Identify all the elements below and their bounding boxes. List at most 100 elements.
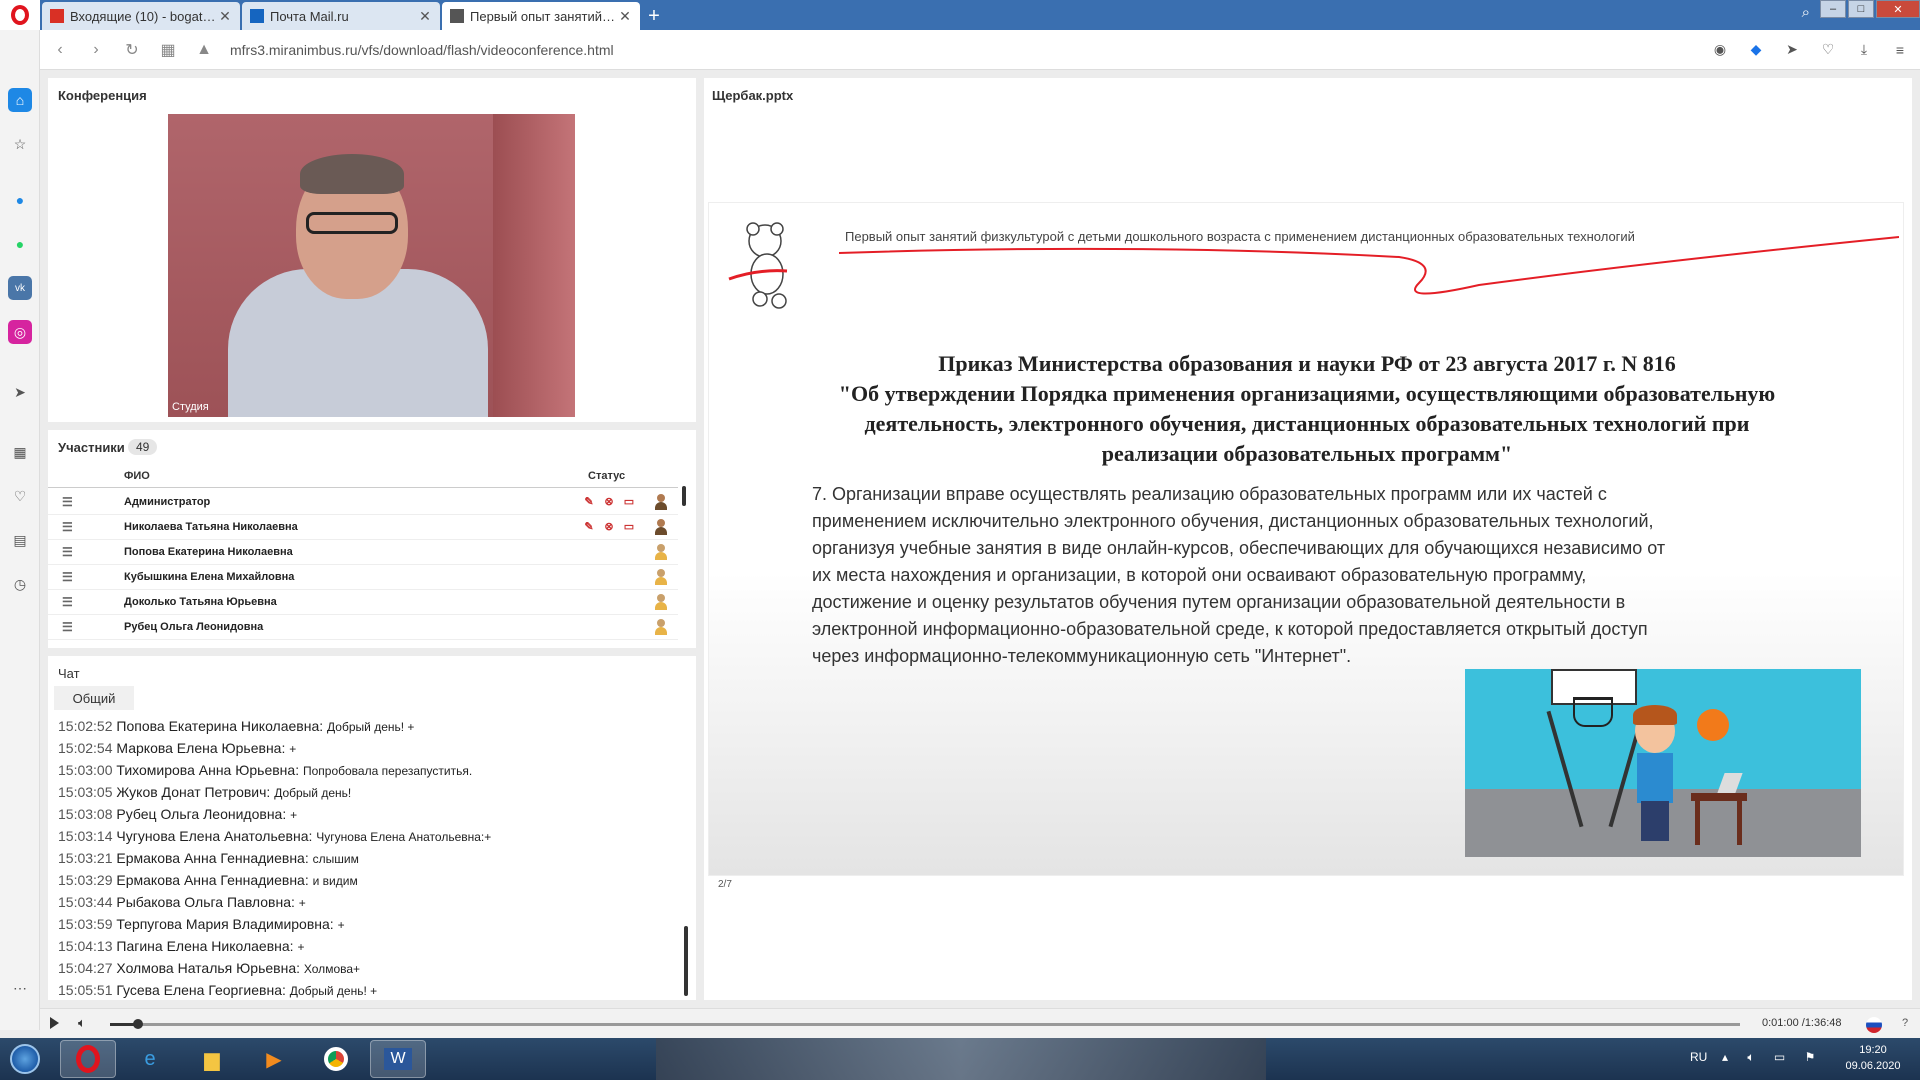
message-text: слышим bbox=[312, 852, 359, 866]
drag-handle-icon[interactable]: ☰ bbox=[62, 620, 73, 634]
opera-menu-icon[interactable] bbox=[0, 0, 40, 30]
language-indicator[interactable]: RU bbox=[1690, 1050, 1707, 1064]
screen-off-icon[interactable]: ▭ bbox=[622, 495, 636, 509]
tab-close-icon[interactable]: ✕ bbox=[618, 8, 632, 25]
slide-body-line: их места нахождения и организации, в кот… bbox=[812, 565, 1587, 585]
screen-off-icon[interactable]: ▭ bbox=[622, 520, 636, 534]
system-clock[interactable]: 19:20 09.06.2020 bbox=[1838, 1042, 1908, 1074]
chat-title: Чат bbox=[58, 666, 80, 681]
drag-handle-icon[interactable]: ☰ bbox=[62, 595, 73, 609]
player-bar: 🔈︎ 0:01:00 /1:36:48 ? bbox=[40, 1008, 1920, 1038]
message-time: 15:03:14 bbox=[58, 828, 113, 844]
send-icon[interactable]: ➤ bbox=[1782, 41, 1802, 58]
send-sidebar-icon[interactable]: ➤ bbox=[8, 380, 32, 404]
message-author: Чугунова Елена Анатольевна: bbox=[116, 828, 313, 844]
message-author: Рубец Ольга Леонидовна: bbox=[116, 806, 287, 822]
participants-scrollbar[interactable] bbox=[682, 486, 686, 506]
russian-flag-icon[interactable] bbox=[1866, 1017, 1882, 1033]
drag-handle-icon[interactable]: ☰ bbox=[62, 520, 73, 534]
taskbar-media-icon[interactable]: ▶ bbox=[246, 1040, 302, 1078]
messenger-icon[interactable]: ● bbox=[8, 188, 32, 212]
play-button[interactable] bbox=[50, 1017, 59, 1029]
vk-icon[interactable]: vk bbox=[8, 276, 32, 300]
reload-icon[interactable]: ↻ bbox=[122, 40, 142, 60]
taskbar-explorer-icon[interactable]: ▆ bbox=[184, 1040, 240, 1078]
participant-row[interactable]: ☰ Попова Екатерина Николаевна bbox=[48, 540, 678, 565]
slide-body-line: достижение и оценку результатов обучения… bbox=[812, 592, 1626, 612]
menu-icon[interactable]: ≡ bbox=[1890, 42, 1910, 58]
taskbar-ie-icon[interactable]: e bbox=[122, 1040, 178, 1078]
new-tab-button[interactable]: + bbox=[640, 2, 668, 30]
slide-title: Приказ Министерства образования и науки … bbox=[709, 349, 1905, 469]
seek-bar[interactable] bbox=[110, 1019, 1740, 1029]
drag-handle-icon[interactable]: ☰ bbox=[62, 545, 73, 559]
tab-search-icon[interactable]: ⌕ bbox=[1802, 4, 1810, 21]
whatsapp-icon[interactable]: ● bbox=[8, 232, 32, 256]
start-button[interactable] bbox=[2, 1039, 48, 1079]
seek-handle[interactable] bbox=[133, 1019, 143, 1029]
bear-logo-icon bbox=[728, 222, 788, 309]
browser-tab[interactable]: Первый опыт занятий фи ✕ bbox=[442, 2, 640, 30]
download-icon[interactable]: ⤓ bbox=[1854, 41, 1874, 58]
help-button[interactable]: ? bbox=[1902, 1017, 1908, 1029]
tab-title: Первый опыт занятий фи bbox=[470, 8, 618, 24]
illustration-kid-legs bbox=[1641, 801, 1669, 841]
camera-off-icon[interactable]: ⊗ bbox=[602, 520, 616, 534]
message-author: Попова Екатерина Николаевна: bbox=[116, 718, 324, 734]
tray-icons[interactable]: ▴ 🔈︎ ▭ ⚑ bbox=[1722, 1050, 1823, 1065]
message-time: 15:04:27 bbox=[58, 960, 113, 976]
grid-icon[interactable]: ▦ bbox=[8, 440, 32, 464]
taskbar-chrome-icon[interactable] bbox=[308, 1040, 364, 1078]
tabs-grid-icon[interactable]: ▦ bbox=[158, 40, 178, 60]
volume-icon[interactable]: 🔈︎ bbox=[78, 1015, 86, 1031]
back-icon[interactable]: ‹ bbox=[50, 41, 70, 59]
star-icon[interactable]: ☆ bbox=[8, 132, 32, 156]
url-field[interactable]: mfrs3.miranimbus.ru/vfs/download/flash/v… bbox=[230, 42, 1694, 58]
slide: Первый опыт занятий физкультурой с детьм… bbox=[708, 202, 1904, 876]
history-icon[interactable]: ◷ bbox=[8, 572, 32, 596]
drag-handle-icon[interactable]: ☰ bbox=[62, 570, 73, 584]
warning-icon[interactable]: ▲ bbox=[194, 41, 214, 59]
column-header-fio[interactable]: ФИО bbox=[124, 470, 150, 482]
chat-tab-general[interactable]: Общий bbox=[54, 686, 134, 710]
camera-off-icon[interactable]: ⊗ bbox=[602, 495, 616, 509]
participant-row[interactable]: ☰ Николаева Татьяна Николаевна ✎ ⊗ ▭ bbox=[48, 515, 678, 540]
mic-off-icon[interactable]: ✎ bbox=[582, 495, 596, 509]
participant-row[interactable]: ☰ Администратор ✎ ⊗ ▭ bbox=[48, 490, 678, 515]
participant-row[interactable]: ☰ Рубец Ольга Леонидовна bbox=[48, 615, 678, 640]
instagram-icon[interactable]: ◎ bbox=[8, 320, 32, 344]
mic-off-icon[interactable]: ✎ bbox=[582, 520, 596, 534]
slide-title-line: Приказ Министерства образования и науки … bbox=[938, 351, 1676, 376]
chat-scrollbar[interactable] bbox=[684, 926, 688, 996]
forward-icon[interactable]: › bbox=[86, 41, 106, 59]
maximize-button[interactable]: □ bbox=[1848, 0, 1874, 18]
heart-sidebar-icon[interactable]: ♡ bbox=[8, 484, 32, 508]
news-icon[interactable]: ▤ bbox=[8, 528, 32, 552]
message-time: 15:05:51 bbox=[58, 982, 113, 998]
browser-tab[interactable]: Почта Mail.ru ✕ bbox=[242, 2, 440, 30]
participant-name: Администратор bbox=[124, 496, 211, 508]
shield-icon[interactable]: ◆ bbox=[1746, 41, 1766, 58]
participant-row[interactable]: ☰ Доколько Татьяна Юрьевна bbox=[48, 590, 678, 615]
minimize-button[interactable]: – bbox=[1820, 0, 1846, 18]
illustration-table-leg bbox=[1737, 801, 1742, 845]
taskbar-opera-icon[interactable] bbox=[60, 1040, 116, 1078]
address-bar: ‹ › ↻ ▦ ▲ mfrs3.miranimbus.ru/vfs/downlo… bbox=[40, 30, 1920, 70]
browser-tab[interactable]: Входящие (10) - bogatyre ✕ bbox=[42, 2, 240, 30]
tab-close-icon[interactable]: ✕ bbox=[418, 8, 432, 25]
chat-message: 15:03:05 Жуков Донат Петрович: Добрый де… bbox=[58, 784, 351, 800]
close-window-button[interactable]: ✕ bbox=[1876, 0, 1920, 18]
column-header-status[interactable]: Статус bbox=[588, 470, 625, 482]
camera-icon[interactable]: ◉ bbox=[1710, 41, 1730, 58]
home-icon[interactable]: ⌂ bbox=[8, 88, 32, 112]
taskbar-word-icon[interactable]: W bbox=[370, 1040, 426, 1078]
more-icon[interactable]: ⋯ bbox=[8, 976, 32, 1000]
drag-handle-icon[interactable]: ☰ bbox=[62, 495, 73, 509]
participant-row[interactable]: ☰ Кубышкина Елена Михайловна bbox=[48, 565, 678, 590]
chat-message: 15:02:52 Попова Екатерина Николаевна: До… bbox=[58, 718, 414, 734]
tab-close-icon[interactable]: ✕ bbox=[218, 8, 232, 25]
heart-icon[interactable]: ♡ bbox=[1818, 41, 1838, 58]
slide-body: 7. Организации вправе осуществлять реали… bbox=[812, 481, 1812, 670]
video-feed[interactable]: Студия bbox=[168, 114, 575, 417]
basketball-icon bbox=[1697, 709, 1729, 741]
